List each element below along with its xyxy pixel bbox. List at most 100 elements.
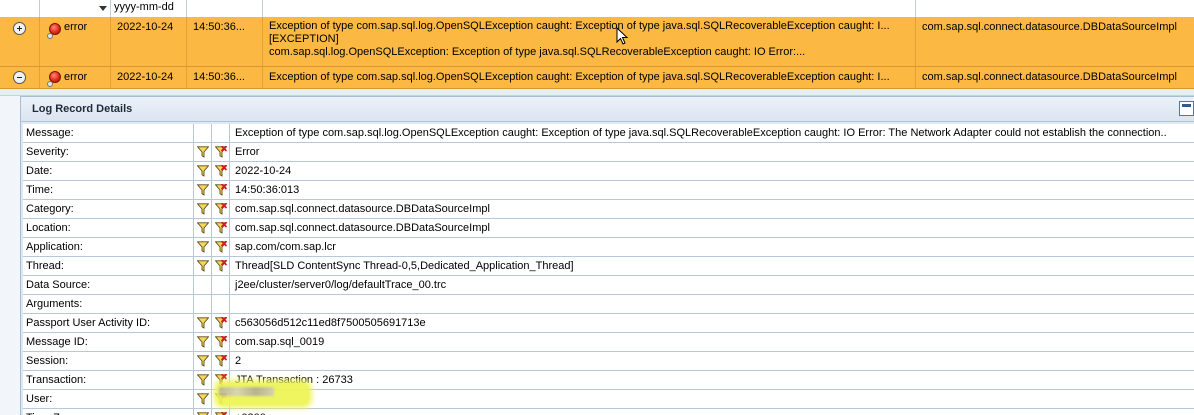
detail-label: Transaction: — [23, 371, 194, 390]
detail-label: Location: — [23, 219, 194, 238]
filter-include-icon[interactable] — [196, 336, 210, 348]
exclude-filter-cell — [212, 238, 230, 257]
detail-value: 2 — [230, 352, 1194, 371]
detail-label: Session: — [23, 352, 194, 371]
detail-row-thread: Thread: Thread[SLD ContentSync Thread-0,… — [23, 257, 1194, 276]
filter-exclude-icon[interactable] — [214, 221, 228, 234]
minimize-panel-icon[interactable] — [1179, 101, 1194, 116]
detail-row-message: Message: Exception of type com.sap.sql.lo… — [23, 124, 1194, 143]
include-filter-cell — [194, 352, 212, 371]
filter-include-icon[interactable] — [196, 222, 210, 234]
severity-text: error — [64, 21, 88, 33]
severity-text: error — [64, 71, 88, 83]
exclude-filter-cell — [212, 352, 230, 371]
detail-label: Thread: — [23, 257, 194, 276]
severity-filter-dropdown[interactable] — [40, 0, 111, 17]
detail-row-passport-user-activity-id: Passport User Activity ID: c563056d512c1… — [23, 314, 1194, 333]
detail-value: +0200 — [230, 409, 1194, 415]
details-title: Log Record Details — [32, 103, 133, 115]
filter-include-icon[interactable] — [196, 393, 210, 405]
detail-row-session: Session: 2 — [23, 352, 1194, 371]
filter-exclude-icon[interactable] — [214, 259, 228, 272]
filter-include-icon[interactable] — [196, 241, 210, 253]
include-filter-cell — [194, 219, 212, 238]
detail-label: Time Zone: — [23, 409, 194, 415]
filter-exclude-icon[interactable] — [214, 316, 228, 329]
include-filter-cell — [194, 314, 212, 333]
exclude-filter-cell — [212, 200, 230, 219]
detail-value — [230, 390, 1194, 409]
filter-include-icon[interactable] — [196, 146, 210, 158]
exclude-filter-cell — [212, 181, 230, 200]
detail-value: 14:50:36:013 — [230, 181, 1194, 200]
include-filter-cell — [194, 257, 212, 276]
detail-label: Arguments: — [23, 295, 194, 314]
detail-value: Exception of type com.sap.sql.log.OpenSQ… — [230, 124, 1194, 143]
filter-include-icon[interactable] — [196, 317, 210, 329]
date-filter-placeholder: yyyy-mm-dd — [114, 1, 174, 13]
indent-gutter — [0, 96, 20, 415]
expand-plus-icon[interactable] — [13, 22, 26, 35]
message-filter-input[interactable] — [263, 0, 916, 17]
filter-include-icon[interactable] — [196, 355, 210, 367]
filter-include-icon[interactable] — [196, 260, 210, 272]
detail-label: Date: — [23, 162, 194, 181]
message-line-2: [EXCEPTION] — [269, 33, 339, 45]
category-cell: com.sap.sql.connect.datasource.DBDataSou… — [922, 21, 1177, 33]
message-line-1: Exception of type com.sap.sql.log.OpenSQ… — [269, 20, 890, 32]
exclude-filter-cell — [212, 124, 230, 143]
filter-include-icon[interactable] — [196, 165, 210, 177]
collapse-minus-icon[interactable] — [13, 71, 26, 84]
exclude-filter-cell — [212, 257, 230, 276]
detail-row-time-zone: Time Zone: +0200 — [23, 409, 1194, 415]
exclude-filter-cell — [212, 276, 230, 295]
exclude-filter-cell — [212, 219, 230, 238]
include-filter-cell — [194, 143, 212, 162]
log-row-selected[interactable]: error 2022-10-24 14:50:36... Exception o… — [0, 17, 1194, 67]
category-cell: com.sap.sql.connect.datasource.DBDataSou… — [922, 71, 1177, 83]
include-filter-cell — [194, 390, 212, 409]
detail-row-time: Time: 14:50:36:013 — [23, 181, 1194, 200]
detail-label: Message: — [23, 124, 194, 143]
detail-row-severity: Severity: Error — [23, 143, 1194, 162]
detail-value: com.sap.sql_0019 — [230, 333, 1194, 352]
detail-row-transaction: Transaction: JTA Transaction : 26733 — [23, 371, 1194, 390]
expander-cell — [0, 17, 40, 66]
include-filter-cell — [194, 371, 212, 390]
detail-label: Passport User Activity ID: — [23, 314, 194, 333]
exclude-filter-cell — [212, 143, 230, 162]
time-filter-input[interactable] — [187, 0, 263, 17]
detail-value: Thread[SLD ContentSync Thread-0,5,Dedica… — [230, 257, 1194, 276]
detail-label: Category: — [23, 200, 194, 219]
detail-value — [230, 295, 1194, 314]
filter-exclude-icon[interactable] — [214, 202, 228, 215]
filter-include-icon[interactable] — [196, 203, 210, 215]
detail-label: User: — [23, 390, 194, 409]
error-icon — [47, 23, 61, 39]
filter-exclude-icon[interactable] — [214, 145, 228, 158]
detail-label: Time: — [23, 181, 194, 200]
message-line-3: com.sap.sql.log.OpenSQLException: Except… — [269, 46, 806, 58]
filter-exclude-icon[interactable] — [214, 240, 228, 253]
filter-exclude-icon[interactable] — [214, 335, 228, 348]
details-header: Log Record Details — [21, 97, 1194, 122]
time-cell: 14:50:36... — [187, 67, 263, 88]
filter-exclude-icon[interactable] — [214, 183, 228, 196]
detail-row-location: Location: com.sap.sql.connect.datasource… — [23, 219, 1194, 238]
expander-cell — [0, 67, 40, 88]
filter-include-icon[interactable] — [196, 184, 210, 196]
filter-include-icon[interactable] — [196, 374, 210, 386]
include-filter-cell — [194, 295, 212, 314]
include-filter-cell — [194, 276, 212, 295]
detail-row-category: Category: com.sap.sql.connect.datasource… — [23, 200, 1194, 219]
filter-exclude-icon[interactable] — [214, 164, 228, 177]
chevron-down-icon[interactable] — [99, 6, 107, 11]
detail-value: j2ee/cluster/server0/log/defaultTrace_00… — [230, 276, 1194, 295]
log-row[interactable]: error 2022-10-24 14:50:36... Exception o… — [0, 67, 1194, 89]
filter-exclude-icon[interactable] — [214, 354, 228, 367]
detail-value: c563056d512c11ed8f7500505691713e — [230, 314, 1194, 333]
category-filter-input[interactable] — [916, 0, 1194, 17]
date-filter-input[interactable]: yyyy-mm-dd — [111, 0, 187, 17]
detail-row-application: Application: sap.com/com.sap.lcr — [23, 238, 1194, 257]
mouse-pointer-icon — [616, 27, 628, 45]
